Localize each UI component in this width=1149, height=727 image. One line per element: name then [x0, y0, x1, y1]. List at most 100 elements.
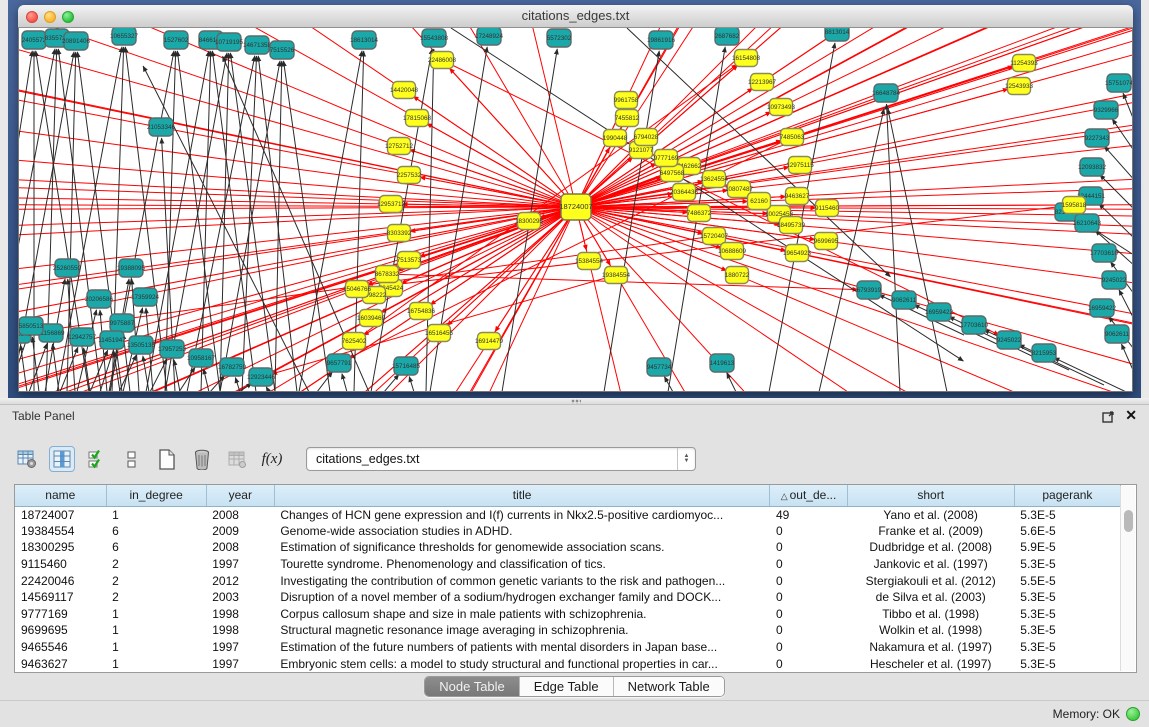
graph-node[interactable]: 7625402	[342, 333, 367, 350]
tab-node-table[interactable]: Node Table	[425, 677, 520, 696]
new-table-icon[interactable]	[154, 446, 180, 472]
graph-node[interactable]: 17703610	[1090, 244, 1119, 262]
graph-node[interactable]: 22486008	[428, 52, 457, 69]
graph-node[interactable]: 14671358	[243, 36, 272, 54]
column-header-name[interactable]: name	[15, 485, 106, 506]
table-row[interactable]: 1872400712008Changes of HCN gene express…	[15, 506, 1121, 523]
graph-node[interactable]: 9245022	[997, 331, 1022, 349]
delete-table-icon[interactable]	[189, 446, 215, 472]
graph-node[interactable]: 16959422	[925, 303, 954, 321]
graph-node[interactable]: 11451947	[98, 331, 126, 349]
graph-node[interactable]: 9329966	[1094, 101, 1119, 119]
graph-node[interactable]: 9777169	[654, 150, 679, 167]
graph-node[interactable]: 1880722	[725, 267, 750, 284]
graph-node[interactable]: 17815068	[403, 110, 432, 127]
graph-node[interactable]: 9699695	[814, 233, 839, 250]
graph-node[interactable]: 19388095	[117, 259, 146, 277]
graph-node[interactable]: 16782759	[218, 358, 247, 376]
graph-node[interactable]: 9961758	[614, 92, 639, 109]
column-header-year[interactable]: year	[206, 485, 274, 506]
graph-node[interactable]: 12752712	[385, 138, 414, 155]
table-row[interactable]: 969969511998Structural magnetic resonanc…	[15, 622, 1121, 639]
hide-rows-icon[interactable]	[119, 446, 145, 472]
graph-node[interactable]: 9657791	[327, 354, 352, 372]
graph-node[interactable]: 12923446	[247, 368, 276, 386]
graph-node[interactable]: 8813014	[825, 28, 850, 41]
graph-node[interactable]: 14420048	[390, 82, 419, 99]
graph-node[interactable]: 17359924	[131, 288, 160, 306]
graph-node[interactable]: 15384554	[575, 253, 604, 270]
column-header-short[interactable]: short	[847, 485, 1014, 506]
select-rows-icon[interactable]	[84, 446, 110, 472]
graph-node[interactable]: 7515526	[270, 41, 295, 59]
graph-node[interactable]: 12213967	[748, 74, 777, 91]
graph-node[interactable]: 5850513	[19, 317, 44, 335]
graph-node[interactable]: 20364436	[670, 184, 699, 201]
graph-node[interactable]: 12942757	[68, 328, 97, 346]
graph-node[interactable]: 1527602	[164, 31, 189, 49]
graph-node[interactable]: 18495739	[777, 217, 806, 234]
graph-node[interactable]: 10688609	[718, 243, 747, 260]
graph-node[interactable]: 7455812	[615, 110, 640, 127]
dropdown-stepper-icon[interactable]: ▲▼	[677, 448, 695, 470]
graph-node[interactable]: 16210643	[1073, 214, 1102, 232]
graph-node[interactable]: 2405572	[22, 31, 47, 49]
graph-node[interactable]: 15751074	[1105, 74, 1133, 92]
table-settings-icon[interactable]	[14, 446, 40, 472]
table-type-segmented-control[interactable]: Node TableEdge TableNetwork Table	[424, 676, 725, 697]
graph-node[interactable]: 12543933	[1005, 78, 1034, 95]
graph-node[interactable]: 1990448	[603, 130, 628, 147]
panel-splitter[interactable]	[0, 398, 1149, 405]
graph-node[interactable]: 7513573	[397, 252, 422, 269]
graph-node[interactable]: 7486372	[687, 205, 712, 222]
graph-node[interactable]: 18613014	[350, 31, 379, 49]
node-table[interactable]: namein_degreeyeartitle△out_de...shortpag…	[14, 484, 1137, 673]
graph-node[interactable]: 12093832	[1078, 158, 1107, 176]
graph-node[interactable]: 10973493	[767, 99, 796, 116]
network-window-titlebar[interactable]: citations_edges.txt	[18, 5, 1133, 28]
graph-node[interactable]: 19861916	[647, 31, 676, 49]
graph-node[interactable]: 15716485	[392, 357, 421, 375]
graph-node[interactable]: 13505135	[127, 336, 156, 354]
table-select-dropdown[interactable]: citations_edges.txt ▲▼	[306, 447, 696, 471]
graph-node[interactable]: 10655327	[110, 28, 139, 45]
show-column-icon[interactable]	[49, 446, 75, 472]
graph-node[interactable]: 9457734	[647, 358, 672, 376]
graph-node[interactable]: 6794028	[634, 129, 659, 146]
splitter-grip-icon[interactable]	[571, 399, 581, 404]
graph-node[interactable]: 9245022	[1102, 271, 1127, 289]
table-header-row[interactable]: namein_degreeyeartitle△out_de...shortpag…	[15, 485, 1121, 506]
float-panel-icon[interactable]	[1102, 410, 1115, 423]
graph-node[interactable]: 8215953	[1032, 344, 1057, 362]
graph-node[interactable]: 9975887	[110, 314, 135, 332]
table-row[interactable]: 1830029562008Estimation of significance …	[15, 539, 1121, 556]
graph-node[interactable]: 16754836	[407, 303, 436, 320]
table-row[interactable]: 1456911722003Disruption of a novel membe…	[15, 589, 1121, 606]
network-window[interactable]: citations_edges.txt 24055728355722208914…	[18, 5, 1133, 392]
graph-node[interactable]: 6793919	[857, 281, 882, 299]
graph-node[interactable]: 19384554	[602, 267, 631, 284]
graph-node[interactable]: 10719195	[215, 33, 244, 51]
memory-status-icon[interactable]	[1126, 707, 1140, 721]
graph-node[interactable]: 12953712	[377, 196, 406, 213]
column-header-out_de[interactable]: △out_de...	[770, 485, 847, 506]
graph-node[interactable]: 9227343	[1085, 129, 1110, 147]
graph-node[interactable]: 19654923	[783, 245, 812, 262]
graph-node[interactable]: 16914479	[475, 333, 504, 350]
network-canvas[interactable]: 2405572835572220891406106553271527602846…	[18, 28, 1133, 392]
graph-node[interactable]: 16039469	[357, 310, 386, 327]
table-row[interactable]: 1938455462009Genome-wide association stu…	[15, 523, 1121, 540]
graph-node[interactable]: 16154808	[732, 50, 761, 67]
graph-node[interactable]: 20206586	[85, 290, 114, 308]
close-panel-icon[interactable]: ✕	[1125, 407, 1137, 424]
table-row[interactable]: 2242004622012Investigating the contribut…	[15, 572, 1121, 589]
tab-edge-table[interactable]: Edge Table	[520, 677, 614, 696]
graph-node[interactable]: 10958167	[187, 349, 216, 367]
graph-node[interactable]: 20891406	[62, 32, 91, 50]
graph-node[interactable]: 62160	[748, 193, 771, 210]
graph-node[interactable]: 16648784	[872, 84, 901, 102]
graph-node[interactable]: 17703610	[960, 316, 989, 334]
graph-node[interactable]: 21053346	[147, 118, 176, 136]
function-builder-icon[interactable]: f(x)	[259, 446, 285, 472]
graph-node[interactable]: 11254393	[1010, 55, 1038, 72]
